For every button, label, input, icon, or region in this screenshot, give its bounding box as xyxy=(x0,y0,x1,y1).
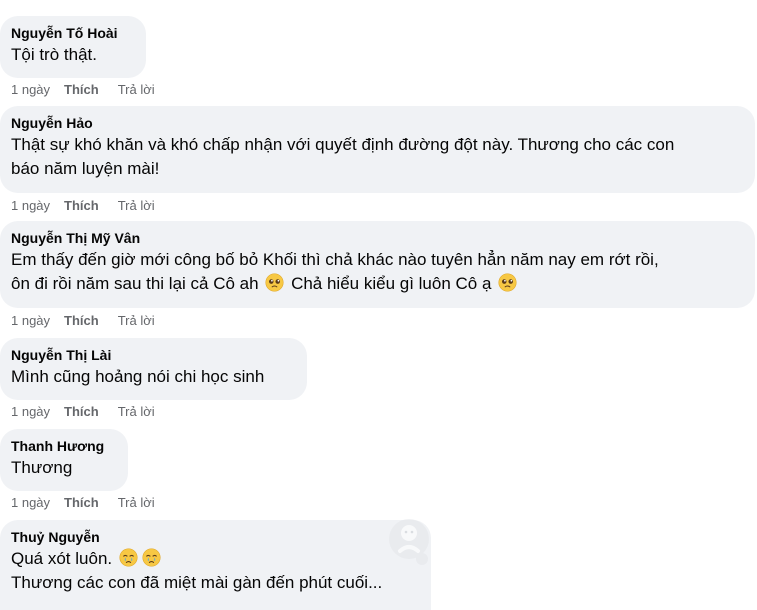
comment-text: Quá xót luôn. Thương các con đã miệt mài… xyxy=(11,547,419,595)
comment-author[interactable]: Nguyễn Thị Lài xyxy=(11,346,295,364)
comment-text-part: ôn đi rồi năm sau thi lại cả Cô ah xyxy=(11,274,259,293)
comment-timestamp[interactable]: 1 ngày xyxy=(11,313,50,329)
comment-author[interactable]: Thanh Hương xyxy=(11,437,116,455)
comment-text: Mình cũng hoảng nói chi học sinh xyxy=(11,365,295,389)
comment-actions: 1 ngày Thích Trả lời xyxy=(11,404,155,420)
comment-bubble: Nguyễn Tố Hoài Tội trò thật. xyxy=(0,16,146,78)
comment-timestamp[interactable]: 1 ngày xyxy=(11,404,50,420)
comment-text: Thật sự khó khăn và khó chấp nhận với qu… xyxy=(11,133,743,181)
comment-actions: 1 ngày Thích Trả lời xyxy=(11,82,155,98)
comment-bubble: Nguyễn Thị Lài Mình cũng hoảng nói chi h… xyxy=(0,338,307,400)
comment-author[interactable]: Nguyễn Hảo xyxy=(11,114,743,132)
comment-author[interactable]: Thuỷ Nguyễn xyxy=(11,528,419,546)
comment-actions: 1 ngày Thích Trả lời xyxy=(11,495,155,511)
reply-button[interactable]: Trả lời xyxy=(118,313,155,329)
reply-button[interactable]: Trả lời xyxy=(118,404,155,420)
crying-face-icon xyxy=(119,548,138,567)
comment-text: Thương xyxy=(11,456,116,480)
pleading-face-icon xyxy=(265,273,284,292)
comment-timestamp[interactable]: 1 ngày xyxy=(11,198,50,214)
reply-button[interactable]: Trả lời xyxy=(118,198,155,214)
like-button[interactable]: Thích xyxy=(64,313,99,329)
comment-timestamp[interactable]: 1 ngày xyxy=(11,495,50,511)
comment-actions: 1 ngày Thích Trả lời xyxy=(11,313,155,329)
comment-bubble: Nguyễn Hảo Thật sự khó khăn và khó chấp … xyxy=(0,106,755,193)
comment-text-line: Tội trò thật. xyxy=(11,45,97,64)
comment-text-line: báo năm luyện mài! xyxy=(11,159,160,178)
comment-text-line: Quá xót luôn. xyxy=(11,547,419,571)
comment-text-line: Mình cũng hoảng nói chi học sinh xyxy=(11,367,265,386)
comment-text-line: Em thấy đến giờ mới công bố bỏ Khối thì … xyxy=(11,250,659,269)
reply-button[interactable]: Trả lời xyxy=(118,82,155,98)
like-button[interactable]: Thích xyxy=(64,198,99,214)
like-button[interactable]: Thích xyxy=(64,82,99,98)
comment-text-line: Thương xyxy=(11,458,73,477)
comment-text-part: Quá xót luôn. xyxy=(11,549,113,568)
comment-author[interactable]: Nguyễn Tố Hoài xyxy=(11,24,134,42)
comment-text: Em thấy đến giờ mới công bố bỏ Khối thì … xyxy=(11,248,743,296)
comment-actions: 1 ngày Thích Trả lời xyxy=(11,198,155,214)
comment-author[interactable]: Nguyễn Thị Mỹ Vân xyxy=(11,229,743,247)
pleading-face-icon xyxy=(498,273,517,292)
comment-text-line: ôn đi rồi năm sau thi lại cả Cô ah Chả h… xyxy=(11,272,743,296)
comment-text-line: Thương các con đã miệt mài gàn đến phút … xyxy=(11,573,383,592)
comment-bubble: Thuỷ Nguyễn Quá xót luôn. Thương các con… xyxy=(0,520,431,610)
comment-bubble: Thanh Hương Thương xyxy=(0,429,128,491)
comment-text: Tội trò thật. xyxy=(11,43,134,67)
comment-text-line: Thật sự khó khăn và khó chấp nhận với qu… xyxy=(11,135,675,154)
comment-timestamp[interactable]: 1 ngày xyxy=(11,82,50,98)
crying-face-icon xyxy=(142,548,161,567)
like-button[interactable]: Thích xyxy=(64,495,99,511)
like-button[interactable]: Thích xyxy=(64,404,99,420)
watermark-sticker-icon xyxy=(389,519,429,565)
comment-bubble: Nguyễn Thị Mỹ Vân Em thấy đến giờ mới cô… xyxy=(0,221,755,308)
reply-button[interactable]: Trả lời xyxy=(118,495,155,511)
comment-text-part: Chả hiểu kiểu gì luôn Cô ạ xyxy=(291,274,492,293)
